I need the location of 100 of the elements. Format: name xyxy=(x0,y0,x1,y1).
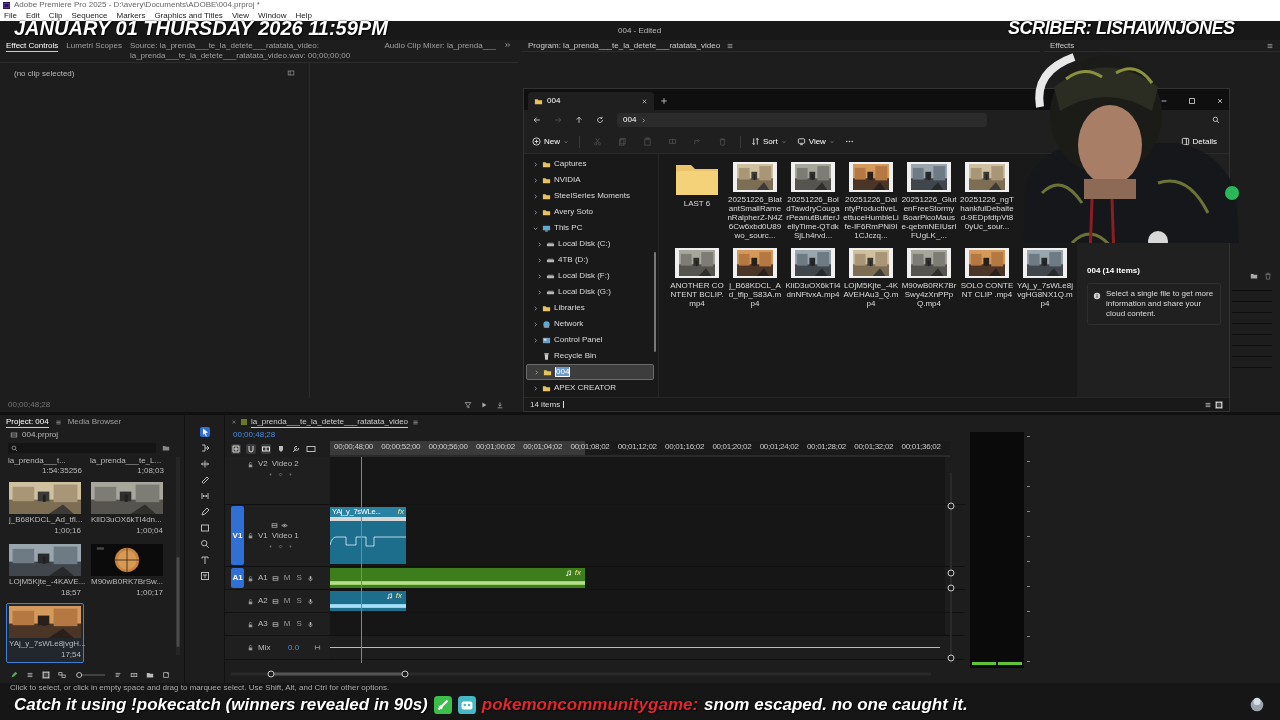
menu-item[interactable]: Help xyxy=(295,10,312,21)
sequence-tab[interactable]: la_prenda___te_la_detete___ratatata_video xyxy=(251,416,409,428)
window-tab[interactable]: 004 xyxy=(528,92,654,110)
track-name: Video 1 xyxy=(271,530,299,541)
ruler-label: 00;01;08;02 xyxy=(570,442,610,451)
menu-item[interactable]: Window xyxy=(258,10,287,21)
panel-tab[interactable]: Source: la_prenda___te_la_detete___ratatata_video: la_prenda___te_la_detete___ratatata_video.wav: 00;00;00;00 xyxy=(129,41,377,61)
menu-item[interactable]: Sequence xyxy=(71,10,108,21)
ruler-label: 00;00;56;00 xyxy=(428,442,468,451)
timecode[interactable]: 00;00;48;28 xyxy=(233,430,276,440)
project-item[interactable]: M90wB0RK7BrSw... 1;00;17 xyxy=(88,541,166,601)
nav-item[interactable]: Captures xyxy=(526,156,654,172)
mix-value[interactable]: 0.0 xyxy=(288,642,310,653)
nav-item[interactable]: Local Disk (G:) xyxy=(526,284,654,300)
panel-tab[interactable]: Project: 004 xyxy=(6,416,49,428)
track-target[interactable]: V1 xyxy=(231,506,244,565)
item-count: 14 items xyxy=(530,399,561,410)
explorer-entry[interactable]: ANOTHER CONTENT BCLIP.mp4 xyxy=(669,248,725,308)
explorer-entry[interactable]: j_B68KDCL_Ad_tfip_S83A.mp4 xyxy=(727,248,783,308)
explorer-entry[interactable]: 20251226_ngThankfulDebaited-9EDpfdtpVt80yUc_sour... xyxy=(959,162,1015,240)
nav-item[interactable]: SteelSeries Moments xyxy=(526,188,654,204)
panel-tab[interactable]: Effect Controls xyxy=(6,41,59,52)
nav-item[interactable]: Recycle Bin xyxy=(526,348,654,364)
track-label: A3 xyxy=(258,619,268,629)
clip-duration: 17;54 xyxy=(60,650,81,660)
nav-item[interactable]: Control Panel xyxy=(526,332,654,348)
explorer-entry[interactable]: SOLO CONTENT CLIP .mp4 xyxy=(959,248,1015,308)
sort-button[interactable]: Sort xyxy=(751,136,787,147)
address-bar[interactable]: 004 xyxy=(617,113,987,127)
mute-toggle[interactable]: M xyxy=(282,573,292,583)
status-text: Click to select, or click in empty space and drag to marquee select. Use Shift, Alt, and Ctrl for other options. xyxy=(9,683,391,693)
nav-item[interactable]: Libraries xyxy=(526,300,654,316)
explorer-entry[interactable]: KliD3uOX6kTI4dnNFtvxA.mp4 xyxy=(785,248,841,308)
project-title: 004 - Edited xyxy=(618,26,662,36)
nav-item[interactable]: APEX CREATOR xyxy=(526,380,654,396)
explorer-entry[interactable]: 20251226_DaintyProductiveLettuceHumbleLife-IF6RmPNi9I1CJczq... xyxy=(843,162,899,240)
breadcrumb-item[interactable]: 004 xyxy=(623,115,637,125)
panel-tab[interactable]: Program: la_prenda___te_la_detete___ratatata_video xyxy=(528,40,721,51)
file-name: 20251226_GlutenFreeStormyBoarPicoMause-qebmNEIUsrIFUgLK_... xyxy=(901,195,957,240)
details-title: 004 (14 items) xyxy=(1087,266,1141,276)
view-button[interactable]: View xyxy=(796,136,835,147)
panel-tab[interactable]: Media Browser xyxy=(67,417,122,427)
panel-tab[interactable]: Effects xyxy=(1050,40,1075,51)
project-item[interactable]: j_B68KDCL_Ad_tfl... 1;00;16 xyxy=(6,479,84,539)
track-target[interactable]: A1 xyxy=(231,568,244,588)
ruler-label: 00;01;12;02 xyxy=(617,442,657,451)
file-name: LAST 6 xyxy=(682,199,712,208)
explorer-entry[interactable]: LOjM5Kjte_-4KAVEHAu3_Q.mp4 xyxy=(843,248,899,308)
menu-item[interactable]: Graphics and Titles xyxy=(154,10,223,21)
file-name: LOjM5Kjte_-4KAVEHAu3_Q.mp4 xyxy=(843,281,899,308)
clip-name: la_prenda___te_L... xyxy=(90,456,163,466)
clip-name: j_B68KDCL_Ad_tfl... xyxy=(9,515,81,525)
project-item[interactable]: KllD3uOX6kTI4dn... 1;00;04 xyxy=(88,479,166,539)
details-button[interactable]: Details xyxy=(1180,136,1217,147)
track-label: Mix xyxy=(258,642,272,653)
explorer-entry[interactable]: YAj_y_7sWLe8jvgHG8NX1Q.mp4 xyxy=(1017,248,1073,308)
nav-item[interactable]: Avery Soto xyxy=(526,204,654,220)
mute-toggle[interactable]: M xyxy=(282,596,292,606)
file-name: YAj_y_7sWLe8jvgHG8NX1Q.mp4 xyxy=(1017,281,1073,308)
solo-toggle[interactable]: S xyxy=(295,596,303,606)
fx-label: fx xyxy=(397,507,404,517)
explorer-entry[interactable]: 20251226_BoldTawdryCougarPeanutButterJellyTime-QTdkSjLh4rvd... xyxy=(785,162,841,240)
ticker-text: snom escaped. no one caught it. xyxy=(704,694,968,716)
nav-item[interactable]: This PC xyxy=(526,220,654,236)
nav-item[interactable]: Local Disk (F:) xyxy=(526,268,654,284)
ticker-channel: pokemoncommunitygame: xyxy=(481,694,699,716)
nav-item[interactable]: NVIDIA xyxy=(526,172,654,188)
project-item[interactable]: LOjM5Kjte_-4KAVE... 18;57 xyxy=(6,541,84,601)
menu-item[interactable]: Edit xyxy=(25,10,40,21)
file-name: M90wB0RK7BrSwy4zXnPPpQ.mp4 xyxy=(901,281,957,308)
explorer-entry[interactable]: 20251226_BlatantSmallRamenRalpherZ-N4Z6Cw6xbd0U89wo_sourc... xyxy=(727,162,783,240)
subscriber-overlay: SCRIBER: LISHAWNJONES xyxy=(1008,17,1235,39)
new-button[interactable]: New xyxy=(532,136,569,147)
details-message: Select a single file to get more information and share your cloud content. xyxy=(1106,289,1215,319)
menu-item[interactable]: Markers xyxy=(116,10,146,21)
track-label: V1 xyxy=(258,530,268,541)
explorer-entry[interactable]: 20251226_GlutenFreeStormyBoarPicoMause-qebmNEIUsrIFUgLK_... xyxy=(901,162,957,240)
audio-clip[interactable]: fx xyxy=(330,568,585,588)
window-title: Adobe Premiere Pro 2025 - D:\avery\Documents\ADOBE\004.prproj * xyxy=(14,0,260,10)
solo-toggle[interactable]: S xyxy=(295,619,303,629)
menu-item[interactable]: File xyxy=(4,10,17,21)
ruler-label: 00;01;36;02 xyxy=(901,442,941,451)
solo-toggle[interactable]: S xyxy=(295,573,303,583)
nav-item[interactable]: 4TB (D:) xyxy=(526,252,654,268)
file-name: 20251226_BoldTawdryCougarPeanutButterJellyTime-QTdkSjLh4rvd... xyxy=(785,195,841,240)
clip-duration: 1;08;03 xyxy=(137,466,164,476)
ruler-label: 00;01;00;02 xyxy=(475,442,515,451)
audio-clip[interactable]: fx xyxy=(330,591,406,611)
nav-item[interactable]: Local Disk (C:) xyxy=(526,236,654,252)
fx-label: fx xyxy=(395,591,402,601)
time-ruler[interactable]: 00;00;48;00 00;00;52;00 00;00;56;00 00;01;00;02 00;01;04;02 00;01;08;02 00;01;12;02 00;01;16;02 00;01;20;02 00;01;24;02 00;01;28;02 00;01;32;02 00;01;36;02 xyxy=(330,441,950,457)
panel-tab[interactable]: Audio Clip Mixer: la_prenda___ xyxy=(384,41,496,51)
mute-toggle[interactable]: M xyxy=(282,619,292,629)
explorer-entry[interactable]: M90wB0RK7BrSwy4zXnPPpQ.mp4 xyxy=(901,248,957,308)
clip-name: la_prenda___t... xyxy=(8,456,67,466)
nav-item[interactable]: Network xyxy=(526,316,654,332)
panel-tab[interactable]: Lumetri Scopes xyxy=(66,41,122,51)
explorer-entry[interactable]: LAST 6 xyxy=(669,162,725,240)
clip-name: KllD3uOX6kTI4dn... xyxy=(91,515,163,525)
menu-item[interactable]: View xyxy=(231,10,250,21)
